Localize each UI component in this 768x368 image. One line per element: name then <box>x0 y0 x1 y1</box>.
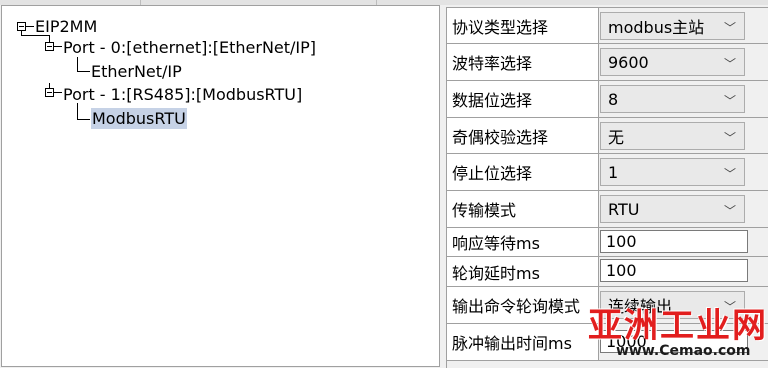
transfer-mode-dropdown[interactable]: RTU ﹀ <box>600 195 745 223</box>
prop-label: 输出命令轮询模式 <box>447 287 599 324</box>
prop-label: 协议类型选择 <box>447 8 599 44</box>
tree-connector <box>49 35 50 42</box>
prop-label: 响应等待ms <box>447 228 599 257</box>
prop-value-cell: 9600 ﹀ <box>599 44 768 81</box>
prop-row-baudrate: 波特率选择 9600 ﹀ <box>447 44 768 81</box>
prop-row-databits: 数据位选择 8 ﹀ <box>447 81 768 118</box>
dropdown-value: 1 <box>608 162 619 182</box>
chevron-down-icon[interactable]: ﹀ <box>724 92 736 109</box>
tree-connector <box>54 46 62 47</box>
tree-connector <box>21 35 49 36</box>
dropdown-value: modbus主站 <box>608 18 705 37</box>
prop-row-poll-delay: 轮询延时ms 100 <box>447 257 768 287</box>
tree-node-modbusrtu[interactable]: ModbusRTU <box>91 108 187 129</box>
prop-row-parity: 奇偶校验选择 无 ﹀ <box>447 118 768 154</box>
chevron-down-icon[interactable]: ﹀ <box>724 55 736 72</box>
watermark-url: www.Cemao.com <box>616 343 751 359</box>
chevron-down-icon[interactable]: ﹀ <box>724 129 736 146</box>
prop-value-cell: 100 <box>599 228 768 257</box>
prop-label: 奇偶校验选择 <box>447 118 599 154</box>
poll-delay-input[interactable]: 100 <box>600 259 748 282</box>
prop-row-protocol: 协议类型选择 modbus主站 ﹀ <box>447 8 768 44</box>
prop-value-cell: modbus主站 ﹀ <box>599 8 768 44</box>
prop-value-cell: 1 ﹀ <box>599 154 768 191</box>
watermark-logo: 亚洲工业网 <box>588 306 768 346</box>
dropdown-value: 8 <box>608 89 619 109</box>
tree-node-root[interactable]: EIP2MM <box>35 16 97 37</box>
prop-label: 停止位选择 <box>447 154 599 191</box>
tree-connector <box>77 71 90 72</box>
tree-connector <box>77 103 78 119</box>
prop-label: 数据位选择 <box>447 81 599 118</box>
tree-connector <box>77 57 78 71</box>
stopbits-dropdown[interactable]: 1 ﹀ <box>600 158 745 186</box>
prop-value-cell: RTU ﹀ <box>599 191 768 228</box>
tree-node-port-0[interactable]: Port - 0:[ethernet]:[EtherNet/IP] <box>63 37 316 58</box>
protocol-dropdown[interactable]: modbus主站 ﹀ <box>600 12 745 40</box>
tree-connector <box>54 92 62 93</box>
prop-row-stopbits: 停止位选择 1 ﹀ <box>447 154 768 191</box>
tree-node-ethernetip[interactable]: EtherNet/IP <box>91 61 182 82</box>
tree-connector <box>77 119 90 120</box>
prop-value-cell: 100 <box>599 257 768 287</box>
prop-label: 轮询延时ms <box>447 257 599 287</box>
parity-dropdown[interactable]: 无 ﹀ <box>600 122 745 150</box>
prop-label: 传输模式 <box>447 191 599 228</box>
prop-row-response-wait: 响应等待ms 100 <box>447 228 768 257</box>
baudrate-dropdown[interactable]: 9600 ﹀ <box>600 48 745 76</box>
chevron-down-icon[interactable]: ﹀ <box>724 19 736 36</box>
dropdown-value: RTU <box>608 199 640 219</box>
response-wait-input[interactable]: 100 <box>600 230 748 253</box>
collapse-minus-icon[interactable] <box>45 88 54 97</box>
prop-label: 波特率选择 <box>447 44 599 81</box>
prop-row-transfer-mode: 传输模式 RTU ﹀ <box>447 191 768 228</box>
prop-value-cell: 8 ﹀ <box>599 81 768 118</box>
dropdown-value: 无 <box>608 128 625 147</box>
prop-value-cell: 无 ﹀ <box>599 118 768 154</box>
prop-label: 脉冲输出时间ms <box>447 324 599 361</box>
collapse-minus-icon[interactable] <box>17 22 26 31</box>
tree-connector <box>26 26 34 27</box>
collapse-minus-icon[interactable] <box>45 42 54 51</box>
dropdown-value: 9600 <box>608 52 649 72</box>
databits-dropdown[interactable]: 8 ﹀ <box>600 85 745 113</box>
chevron-down-icon[interactable]: ﹀ <box>724 202 736 219</box>
device-tree[interactable]: EIP2MM Port - 0:[ethernet]:[EtherNet/IP]… <box>1 5 440 367</box>
tree-node-port-1[interactable]: Port - 1:[RS485]:[ModbusRTU] <box>63 84 302 105</box>
chevron-down-icon[interactable]: ﹀ <box>724 165 736 182</box>
